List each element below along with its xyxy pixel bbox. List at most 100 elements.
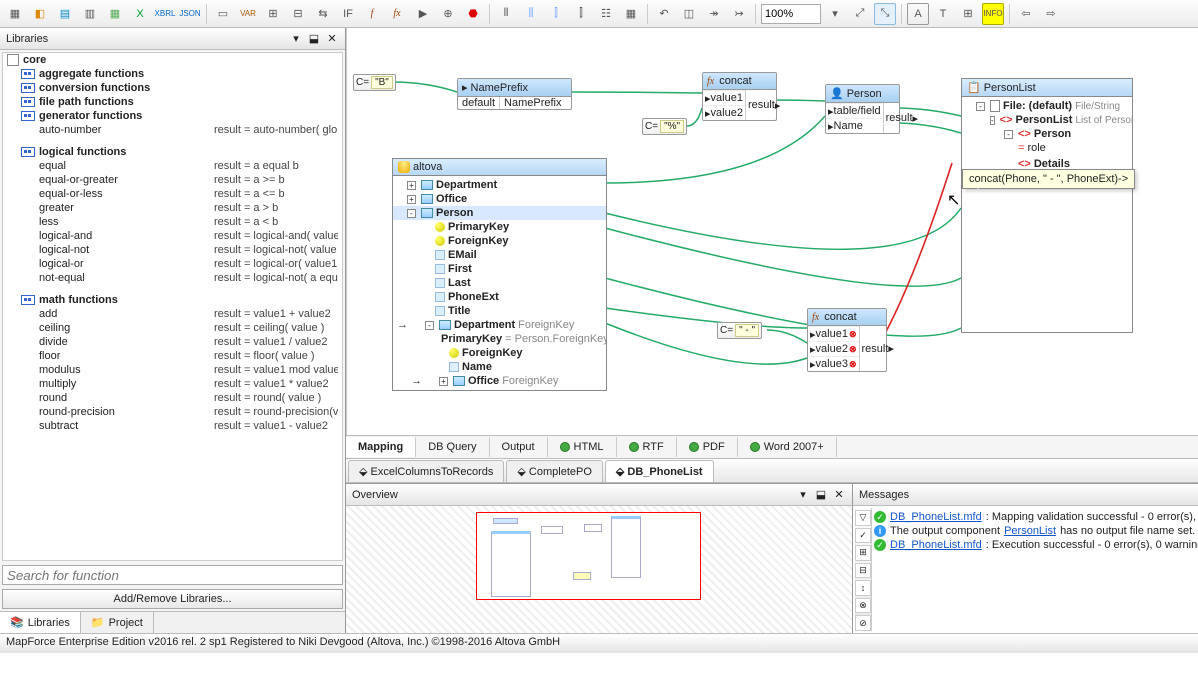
tb-btn[interactable]: ⇦ [1015, 3, 1037, 25]
message-link[interactable]: DB_PhoneList.mfd [890, 539, 982, 551]
lib-function[interactable]: round-precisionresult = round-precision(… [3, 405, 342, 419]
tree-item[interactable]: PrimaryKey = Person.ForeignKey [393, 332, 606, 346]
lib-category[interactable]: logical functions [3, 145, 342, 159]
tb-btn[interactable]: ⫿ [570, 3, 592, 25]
tb-btn[interactable]: X [129, 3, 151, 25]
output-tab-mapping[interactable]: Mapping [346, 437, 416, 457]
lib-category[interactable]: file path functions [3, 95, 342, 109]
tree-item[interactable]: →+Office ForeignKey [393, 374, 606, 388]
lib-function[interactable]: logical-orresult = logical-or( value1, v… [3, 257, 342, 271]
tb-btn[interactable]: ◧ [29, 3, 51, 25]
lib-function[interactable]: ceilingresult = ceiling( value ) [3, 321, 342, 335]
tree-item[interactable]: Name [393, 360, 606, 374]
tb-btn[interactable]: IF [337, 3, 359, 25]
tb-btn[interactable]: VAR [237, 3, 259, 25]
lib-function[interactable]: lessresult = a < b [3, 215, 342, 229]
tb-btn[interactable]: XBRL [154, 3, 176, 25]
tab-project[interactable]: 📁 Project [81, 612, 154, 633]
msg-btn[interactable]: ⊟ [855, 563, 871, 579]
msg-btn[interactable]: ⊗ [855, 598, 871, 614]
tree-item[interactable]: -Person [393, 206, 606, 220]
lib-function[interactable]: addresult = value1 + value2 [3, 307, 342, 321]
tb-btn[interactable]: ⤡ [874, 3, 896, 25]
panel-close-icon[interactable]: ✕ [325, 32, 339, 46]
node-concat-1[interactable]: fxconcat ▸value1 ▸value2 result▸ [702, 72, 777, 121]
tree-item[interactable]: -<> Person [962, 127, 1132, 141]
message-link[interactable]: PersonList [1004, 525, 1056, 537]
tb-btn[interactable]: ⊕ [437, 3, 459, 25]
tree-item[interactable]: Last [393, 276, 606, 290]
mapping-canvas[interactable]: C="B" C="%" C=" - " ▸ NamePrefix default… [346, 28, 1198, 435]
tree-item[interactable]: →-Department ForeignKey [393, 318, 606, 332]
msg-filter-icon[interactable]: ▽ [855, 510, 871, 526]
lib-function[interactable]: modulusresult = value1 mod value2 [3, 363, 342, 377]
panel-dropdown-icon[interactable]: ▾ [796, 488, 810, 502]
tb-btn[interactable]: A [907, 3, 929, 25]
lib-function[interactable]: floorresult = floor( value ) [3, 349, 342, 363]
lib-category[interactable]: math functions [3, 293, 342, 307]
tb-btn[interactable]: ⊞ [957, 3, 979, 25]
doc-tab[interactable]: ⬙ CompletePO [506, 460, 603, 482]
tree-item[interactable]: PhoneExt [393, 290, 606, 304]
zoom-input[interactable] [761, 4, 821, 24]
lib-function[interactable]: auto-numberresult = auto-number( global_… [3, 123, 342, 137]
tree-item[interactable]: +Department [393, 178, 606, 192]
lib-function[interactable]: logical-andresult = logical-and( value1,… [3, 229, 342, 243]
lib-function[interactable]: equalresult = a equal b [3, 159, 342, 173]
panel-pin-icon[interactable]: ⬓ [307, 32, 321, 46]
tree-item[interactable]: - File: (default) File/String [962, 99, 1132, 113]
tb-btn[interactable]: ⇨ [1040, 3, 1062, 25]
message-link[interactable]: DB_PhoneList.mfd [890, 511, 982, 523]
tb-btn[interactable]: ▾ [824, 3, 846, 25]
add-remove-libraries-button[interactable]: Add/Remove Libraries... [2, 589, 343, 609]
tree-item[interactable]: ForeignKey [393, 346, 606, 360]
lib-function[interactable]: subtractresult = value1 - value2 [3, 419, 342, 433]
tb-btn[interactable]: ▦ [104, 3, 126, 25]
output-tab-html[interactable]: HTML [548, 437, 617, 457]
lib-function[interactable]: equal-or-greaterresult = a >= b [3, 173, 342, 187]
lib-function[interactable]: roundresult = round( value ) [3, 391, 342, 405]
lib-root[interactable]: core [3, 53, 342, 67]
tree-item[interactable]: = role [962, 141, 1132, 155]
lib-function[interactable]: equal-or-lessresult = a <= b [3, 187, 342, 201]
lib-category[interactable]: conversion functions [3, 81, 342, 95]
tb-btn[interactable]: ⫴ [495, 3, 517, 25]
tb-btn[interactable]: ▤ [54, 3, 76, 25]
lib-function[interactable]: multiplyresult = value1 * value2 [3, 377, 342, 391]
overview-canvas[interactable] [346, 506, 852, 633]
tree-item[interactable]: -<> PersonList List of Persons [962, 113, 1132, 127]
tb-btn[interactable]: ☷ [595, 3, 617, 25]
output-tab-output[interactable]: Output [490, 437, 548, 457]
doc-tab[interactable]: ⬙ DB_PhoneList [605, 460, 714, 482]
tree-item[interactable]: First [393, 262, 606, 276]
tb-btn[interactable]: fx [387, 3, 409, 25]
tb-btn[interactable]: f [362, 3, 384, 25]
tree-item[interactable]: PrimaryKey [393, 220, 606, 234]
doc-tab[interactable]: ⬙ ExcelColumnsToRecords [348, 460, 504, 482]
node-nameprefix[interactable]: ▸ NamePrefix default NamePrefix [457, 78, 572, 110]
tb-btn[interactable]: ◫ [678, 3, 700, 25]
msg-btn[interactable]: ↕ [855, 580, 871, 596]
tb-btn[interactable]: JSON [179, 3, 201, 25]
node-concat-2[interactable]: fxconcat ▸value1⊗ ▸value2⊗ ▸value3⊗ resu… [807, 308, 887, 372]
tb-btn[interactable]: T [932, 3, 954, 25]
component-altova[interactable]: altova +Department+Office-PersonPrimaryK… [392, 158, 607, 391]
tb-btn[interactable]: ▦ [620, 3, 642, 25]
msg-btn[interactable]: ⊘ [855, 615, 871, 631]
tb-btn[interactable]: ▥ [79, 3, 101, 25]
tb-btn[interactable]: ↣ [728, 3, 750, 25]
tree-item[interactable]: +Office [393, 192, 606, 206]
output-tab-rtf[interactable]: RTF [617, 437, 677, 457]
msg-btn[interactable]: ✓ [855, 528, 871, 544]
panel-dropdown-icon[interactable]: ▾ [289, 32, 303, 46]
tb-btn[interactable]: ↠ [703, 3, 725, 25]
tb-btn[interactable]: ▭ [212, 3, 234, 25]
tb-btn[interactable]: ▦ [4, 3, 26, 25]
search-input[interactable] [2, 565, 343, 585]
tb-btn[interactable]: ↶ [653, 3, 675, 25]
tb-btn[interactable]: INFO [982, 3, 1004, 25]
constant-percent[interactable]: C="%" [642, 118, 687, 135]
panel-pin-icon[interactable]: ⬓ [814, 488, 828, 502]
tree-item[interactable]: Title [393, 304, 606, 318]
tb-btn[interactable]: ⫼ [520, 3, 542, 25]
